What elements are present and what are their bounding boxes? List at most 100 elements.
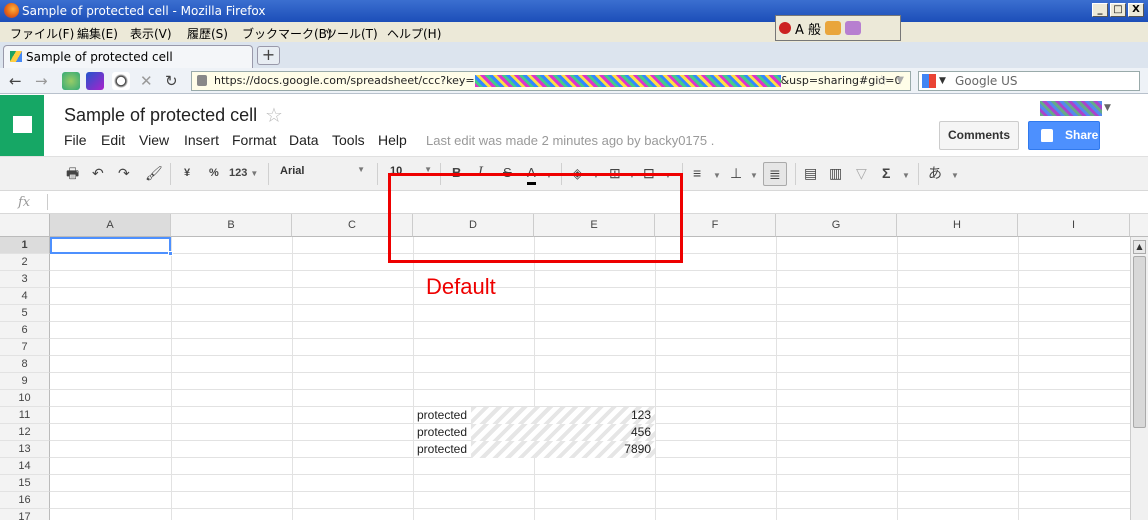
column-header-h[interactable]: H [897,214,1018,237]
number-format-dropdown[interactable]: 123 ▼ [229,164,258,183]
row-header-2[interactable]: 2 [0,254,50,271]
address-bar[interactable]: https://docs.google.com/spreadsheet/ccc?… [191,71,911,91]
addon-app-icon[interactable] [86,72,104,90]
align-caret[interactable]: ▼ [713,167,721,185]
minimize-button[interactable]: _ [1092,3,1108,17]
stop-button[interactable]: ✕ [140,72,153,90]
row-header-1[interactable]: 1 [0,237,50,254]
row-header-3[interactable]: 3 [0,271,50,288]
vertical-align-caret[interactable]: ▼ [750,167,758,185]
back-button[interactable]: ← [9,72,22,90]
row-header-12[interactable]: 12 [0,424,50,441]
menu-tools[interactable]: ツール(T) [325,25,378,42]
vertical-align-icon[interactable]: ⊥ [730,164,742,182]
row-header-7[interactable]: 7 [0,339,50,356]
search-engine-dropdown-icon[interactable]: ▼ [939,72,946,90]
sheets-logo-icon[interactable] [0,95,44,156]
last-edit-status[interactable]: Last edit was made 2 minutes ago by back… [426,133,714,148]
row-header-8[interactable]: 8 [0,356,50,373]
row-header-15[interactable]: 15 [0,475,50,492]
close-button[interactable]: X [1128,3,1144,17]
docmenu-file[interactable]: File [64,132,87,148]
docmenu-insert[interactable]: Insert [184,132,219,148]
google-icon[interactable] [922,74,936,88]
row-header-10[interactable]: 10 [0,390,50,407]
tab-active[interactable]: Sample of protected cell [3,45,253,68]
cell-e11-value[interactable]: 123 [534,407,651,424]
cell-e12-value[interactable]: 456 [534,424,651,441]
column-header-i[interactable]: I [1018,214,1130,237]
row-header-16[interactable]: 16 [0,492,50,509]
fill-handle[interactable] [168,251,173,256]
docmenu-data[interactable]: Data [289,132,319,148]
column-header-b[interactable]: B [171,214,292,237]
input-tools-caret[interactable]: ▼ [951,167,959,185]
new-tab-button[interactable]: + [257,46,280,65]
redo-icon[interactable]: ↷ [118,164,130,182]
bookmark-star-icon[interactable]: ☆ [875,72,888,90]
addon-globe-icon[interactable] [62,72,80,90]
menu-history[interactable]: 履歴(S) [187,25,228,42]
input-tools-icon[interactable]: あ [928,164,942,182]
menu-edit[interactable]: 編集(E) [77,25,118,42]
row-header-14[interactable]: 14 [0,458,50,475]
docmenu-help[interactable]: Help [378,132,407,148]
url-dropdown-icon[interactable]: ▼ [896,72,904,90]
percent-format-button[interactable]: % [209,164,219,182]
column-header-a[interactable]: A [50,214,171,237]
vertical-scrollbar[interactable]: ▲ [1130,237,1148,520]
ime-tool-icon[interactable] [825,21,842,35]
docmenu-tools[interactable]: Tools [332,132,365,148]
print-icon[interactable]: 🖶 [66,164,79,182]
account-avatar[interactable] [1040,101,1102,116]
menu-help[interactable]: ヘルプ(H) [387,25,441,42]
row-header-17[interactable]: 17 [0,509,50,520]
column-header-g[interactable]: G [776,214,897,237]
row-header-5[interactable]: 5 [0,305,50,322]
paint-format-icon[interactable]: 🖌 [145,164,163,182]
scrollbar-thumb[interactable] [1133,256,1146,428]
account-dropdown-icon[interactable]: ▼ [1104,103,1111,113]
docmenu-view[interactable]: View [139,132,169,148]
forward-button[interactable]: → [35,72,48,90]
scroll-up-icon[interactable]: ▲ [1133,240,1146,254]
functions-caret[interactable]: ▼ [902,167,910,185]
cell-e13-value[interactable]: 7890 [534,441,651,458]
cell-d13-label[interactable]: protected [417,441,467,458]
filter-icon[interactable]: ▽ [856,164,867,182]
row-header-6[interactable]: 6 [0,322,50,339]
share-button[interactable]: Share [1028,121,1100,150]
menu-bookmarks[interactable]: ブックマーク(B) [242,25,332,42]
ime-dictionary-icon[interactable] [845,21,862,35]
menu-file[interactable]: ファイル(F) [10,25,74,42]
functions-icon[interactable]: Σ [882,164,890,182]
cell-d11-label[interactable]: protected [417,407,467,424]
star-icon[interactable]: ☆ [265,103,283,127]
ime-mode-label[interactable]: A 般 [795,19,821,38]
docmenu-format[interactable]: Format [232,132,276,148]
ime-status-icon[interactable] [779,22,791,34]
select-all-corner[interactable] [0,214,50,237]
wrap-text-button[interactable]: ≣ [763,162,787,186]
undo-icon[interactable]: ↶ [92,164,104,182]
row-header-11[interactable]: 11 [0,407,50,424]
comments-button[interactable]: Comments [939,121,1019,150]
ime-toolbar[interactable]: A 般 [775,15,901,41]
maximize-button[interactable]: □ [1110,3,1126,17]
document-title[interactable]: Sample of protected cell [64,105,257,126]
currency-format-button[interactable]: ¥ [184,164,190,182]
align-icon[interactable]: ≡ [693,164,701,182]
reload-button[interactable]: ↻ [165,72,178,90]
docmenu-edit[interactable]: Edit [101,132,125,148]
row-header-4[interactable]: 4 [0,288,50,305]
cell-d12-label[interactable]: protected [417,424,467,441]
addon-eye-icon[interactable] [112,72,130,90]
row-header-9[interactable]: 9 [0,373,50,390]
search-box[interactable]: ▼ Google US [918,71,1140,91]
font-family-dropdown[interactable]: Arial ▼ [280,165,365,177]
row-header-13[interactable]: 13 [0,441,50,458]
insert-chart-icon[interactable]: ▥ [829,164,842,182]
menu-view[interactable]: 表示(V) [130,25,172,42]
insert-comment-icon[interactable]: ▤ [804,164,817,182]
active-cell-a1[interactable] [50,237,173,256]
